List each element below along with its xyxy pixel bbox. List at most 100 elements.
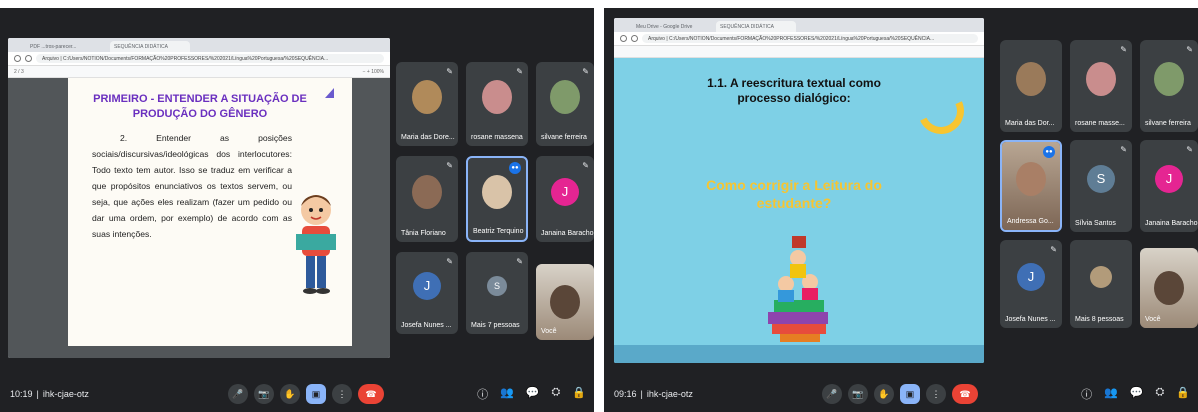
raise-hand-icon[interactable]: ✋ xyxy=(874,384,894,404)
participant-name: rosane massena xyxy=(471,134,523,141)
participant-tile[interactable]: Maria das Dor... xyxy=(1000,40,1062,132)
pdf-page-indicator[interactable]: 2 / 3 xyxy=(14,69,24,75)
participant-tile-speaking[interactable]: ●● Beatriz Terquino xyxy=(466,156,528,242)
host-controls-icon[interactable]: 🔒 xyxy=(1176,386,1190,402)
participant-tile[interactable]: J ✎ Josefa Nunes ... xyxy=(1000,240,1062,328)
arc-decoration xyxy=(911,81,971,141)
meeting-code: ihk-cjae-otz xyxy=(42,389,89,399)
slide-footer-band xyxy=(614,345,984,363)
participant-tile[interactable]: ✎ rosane masse... xyxy=(1070,40,1132,132)
more-participants-tile[interactable]: Mais 8 pessoas xyxy=(1070,240,1132,328)
more-options-icon[interactable]: ⋮ xyxy=(332,384,352,404)
pdf-toolbar: 2 / 3 − + 100% xyxy=(8,66,390,78)
self-photo xyxy=(550,285,580,319)
participant-name: Beatriz Terquino xyxy=(473,228,524,235)
mic-toggle-icon[interactable]: 🎤 xyxy=(228,384,248,404)
side-panel-icons: ⓘ 👥 💬 ⛭ 🔒 xyxy=(477,386,586,402)
children-books-illustration xyxy=(768,236,828,342)
meeting-controls-bar: 09:16 | ihk-cjae-otz 🎤 📷 ✋ ▣ ⋮ ☎ ⓘ 👥 💬 ⛭… xyxy=(604,376,1198,412)
more-options-icon[interactable]: ⋮ xyxy=(926,384,946,404)
self-view-tile[interactable]: Você xyxy=(1140,248,1198,328)
reload-icon[interactable] xyxy=(25,55,32,62)
pdf-zoom-controls[interactable]: − + 100% xyxy=(363,69,384,75)
slide-title: 1.1. A reescritura textual como processo… xyxy=(707,76,881,105)
document-heading: PRIMEIRO - ENTENDER A SITUAÇÃO DE PRODUÇ… xyxy=(93,93,307,120)
reload-icon[interactable] xyxy=(631,35,638,42)
participant-tile-speaking[interactable]: ●● Andressa Go... xyxy=(1000,140,1062,232)
participant-photo xyxy=(1090,265,1112,288)
participant-name: Maria das Dore... xyxy=(401,134,455,141)
camera-toggle-icon[interactable]: 📷 xyxy=(254,384,274,404)
chat-icon[interactable]: 💬 xyxy=(526,386,540,402)
url-field[interactable]: Arquivo | C:/Users/NOTION/Documents/FORM… xyxy=(642,34,978,43)
participant-photo xyxy=(550,80,580,115)
activities-icon[interactable]: ⛭ xyxy=(1155,386,1164,402)
participant-name: Maria das Dor... xyxy=(1005,120,1055,127)
participant-avatar: J xyxy=(1017,262,1045,291)
info-icon[interactable]: ⓘ xyxy=(1081,386,1092,402)
participant-tile[interactable]: ✎ silvane ferreira xyxy=(1140,40,1198,132)
browser-tab[interactable]: Meu Drive - Google Drive xyxy=(632,21,712,32)
mic-muted-icon: ✎ xyxy=(1186,145,1193,154)
side-panel-icons: ⓘ 👥 💬 ⛭ 🔒 xyxy=(1081,386,1190,402)
presentation-slide[interactable]: 1.1. A reescritura textual como processo… xyxy=(614,58,984,363)
address-bar: Arquivo | C:/Users/NOTION/Documents/FORM… xyxy=(8,52,390,66)
participant-name: Você xyxy=(1145,316,1161,323)
participant-name: Sílvia Santos xyxy=(1075,220,1116,227)
speaking-indicator-icon: ●● xyxy=(1043,146,1055,158)
hang-up-icon[interactable]: ☎ xyxy=(358,384,384,404)
participant-avatar: J xyxy=(551,178,579,207)
participant-avatar: J xyxy=(413,272,441,301)
participant-tile[interactable]: S ✎ Sílvia Santos xyxy=(1070,140,1132,232)
self-view-tile[interactable]: Você xyxy=(536,264,594,340)
mic-muted-icon: ✎ xyxy=(446,67,453,76)
participant-tile[interactable]: ✎ silvane ferreira xyxy=(536,62,594,146)
participant-name: Mais 8 pessoas xyxy=(1075,316,1124,323)
presentation-browser-window: Meu Drive - Google Drive SEQUÊNCIA DIDÁT… xyxy=(614,18,984,363)
participant-tile[interactable]: J ✎ Janaina Baracho xyxy=(536,156,594,242)
participant-tile[interactable]: J ✎ Janaina Baracho xyxy=(1140,140,1198,232)
browser-tab-active[interactable]: SEQUÊNCIA DIDÁTICA xyxy=(110,41,190,52)
back-icon[interactable] xyxy=(620,35,627,42)
triangle-decoration xyxy=(325,88,334,98)
host-controls-icon[interactable]: 🔒 xyxy=(572,386,586,402)
participant-tile[interactable]: J ✎ Josefa Nunes ... xyxy=(396,252,458,334)
back-icon[interactable] xyxy=(14,55,21,62)
mic-muted-icon: ✎ xyxy=(516,257,523,266)
activities-icon[interactable]: ⛭ xyxy=(551,386,560,402)
pdf-viewport[interactable]: PRIMEIRO - ENTENDER A SITUAÇÃO DE PRODUÇ… xyxy=(8,78,390,358)
participant-tile[interactable]: ✎ rosane massena xyxy=(466,62,528,146)
raise-hand-icon[interactable]: ✋ xyxy=(280,384,300,404)
meeting-controls-bar: 10:19 | ihk-cjae-otz 🎤 📷 ✋ ▣ ⋮ ☎ ⓘ 👥 💬 ⛭… xyxy=(0,376,594,412)
participant-tile[interactable]: ✎ Tânia Floriano xyxy=(396,156,458,242)
meeting-time: 10:19 xyxy=(10,389,33,399)
camera-toggle-icon[interactable]: 📷 xyxy=(848,384,868,404)
info-icon[interactable]: ⓘ xyxy=(477,386,488,402)
hang-up-icon[interactable]: ☎ xyxy=(952,384,978,404)
present-screen-icon[interactable]: ▣ xyxy=(306,384,326,404)
browser-tab[interactable]: PDF ...tros-parecer... xyxy=(26,41,106,52)
participant-tile[interactable]: ✎ Maria das Dore... xyxy=(396,62,458,146)
participant-name: silvane ferreira xyxy=(1145,120,1191,127)
meeting-code: ihk-cjae-otz xyxy=(646,389,693,399)
present-screen-icon[interactable]: ▣ xyxy=(900,384,920,404)
mic-muted-icon: ✎ xyxy=(1186,45,1193,54)
chat-icon[interactable]: 💬 xyxy=(1130,386,1144,402)
participant-name: Mais 7 pessoas xyxy=(471,322,520,329)
participant-name: silvane ferreira xyxy=(541,134,587,141)
mic-muted-icon: ✎ xyxy=(1120,45,1127,54)
participant-name: Tânia Floriano xyxy=(401,230,446,237)
browser-tab-strip: Meu Drive - Google Drive SEQUÊNCIA DIDÁT… xyxy=(614,18,984,32)
browser-tab-active[interactable]: SEQUÊNCIA DIDÁTICA xyxy=(716,21,796,32)
people-icon[interactable]: 👥 xyxy=(1104,386,1118,402)
more-participants-tile[interactable]: S ✎ Mais 7 pessoas xyxy=(466,252,528,334)
participant-photo xyxy=(1016,161,1046,196)
participant-avatar: S xyxy=(487,276,507,297)
participant-name: Josefa Nunes ... xyxy=(1005,316,1056,323)
mic-muted-icon: ✎ xyxy=(446,257,453,266)
people-icon[interactable]: 👥 xyxy=(500,386,514,402)
mic-muted-icon: ✎ xyxy=(446,161,453,170)
mic-toggle-icon[interactable]: 🎤 xyxy=(822,384,842,404)
mic-muted-icon: ✎ xyxy=(582,161,589,170)
url-field[interactable]: Arquivo | C:/Users/NOTION/Documents/FORM… xyxy=(36,54,384,63)
